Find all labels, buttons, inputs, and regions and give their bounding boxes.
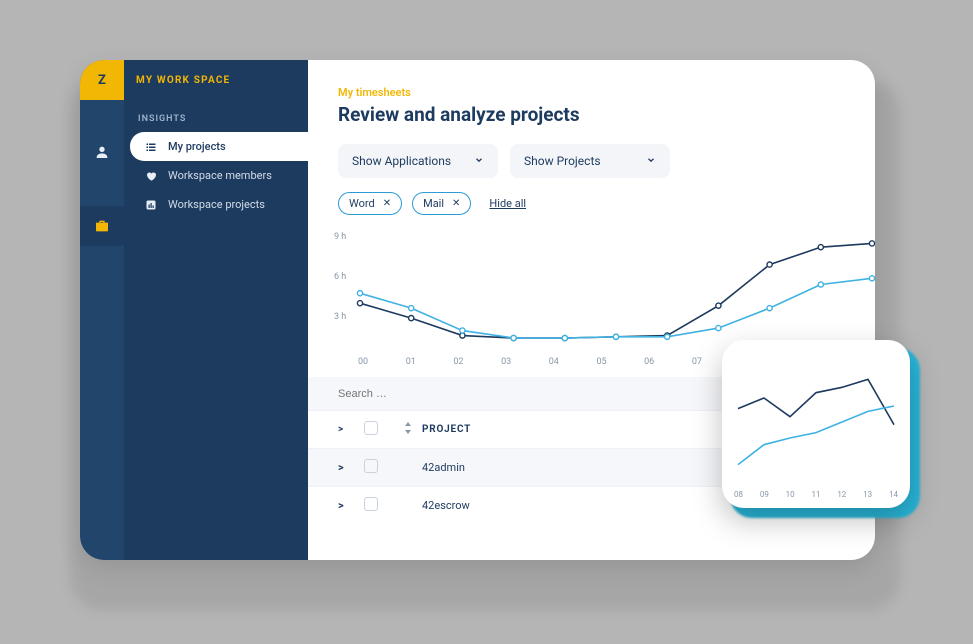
chip-label: Mail [423, 197, 444, 210]
x-tick-label: 08 [734, 490, 743, 499]
x-tick-label: 06 [644, 357, 654, 367]
workspace-title: MY WORK SPACE [124, 60, 308, 100]
nav-rail: Z [80, 60, 124, 560]
close-icon[interactable]: ✕ [383, 198, 391, 209]
x-tick-label: 12 [837, 490, 846, 499]
expand-toggle[interactable]: > [338, 499, 364, 512]
y-tick-label: 9 h [334, 232, 346, 242]
filter-chip-mail[interactable]: Mail ✕ [412, 192, 471, 215]
rail-user-button[interactable] [80, 130, 124, 174]
rail-work-button[interactable] [80, 204, 124, 248]
y-tick-label: 6 h [334, 272, 346, 282]
x-tick-label: 02 [453, 357, 463, 367]
x-tick-label: 10 [786, 490, 795, 499]
sidebar-item-members[interactable]: Workspace members [130, 161, 308, 190]
sidebar-item-projects[interactable]: Workspace projects [130, 190, 308, 219]
expand-toggle[interactable]: > [338, 424, 364, 435]
briefcase-icon [94, 218, 110, 234]
x-tick-label: 05 [596, 357, 606, 367]
close-icon[interactable]: ✕ [452, 198, 460, 209]
row-checkbox[interactable] [364, 497, 404, 514]
x-tick-label: 07 [692, 357, 702, 367]
select-projects[interactable]: Show Projects [510, 144, 670, 178]
x-tick-label: 11 [811, 490, 820, 499]
filters-row: Show Applications Show Projects [338, 144, 845, 178]
sort-icon[interactable] [404, 422, 422, 437]
x-tick-label: 03 [501, 357, 511, 367]
x-tick-label: 01 [406, 357, 416, 367]
select-applications[interactable]: Show Applications [338, 144, 498, 178]
sidebar-item-label: Workspace members [168, 169, 272, 182]
user-icon [94, 144, 110, 160]
bar-icon [144, 199, 158, 211]
x-tick-label: 04 [549, 357, 559, 367]
mini-chart-svg [734, 354, 898, 482]
select-label: Show Projects [524, 154, 601, 168]
row-checkbox[interactable] [364, 459, 404, 476]
y-tick-label: 3 h [334, 312, 346, 322]
chevron-down-icon [474, 154, 484, 168]
mini-chart-card: 08 09 10 11 12 13 14 [722, 340, 910, 508]
filter-chip-word[interactable]: Word ✕ [338, 192, 402, 215]
sidebar-section-label: INSIGHTS [124, 100, 308, 132]
heart-icon [144, 170, 158, 182]
search-input[interactable] [338, 388, 538, 400]
hide-all-link[interactable]: Hide all [489, 197, 526, 210]
mini-x-axis-labels: 08 09 10 11 12 13 14 [734, 490, 898, 499]
select-all-checkbox[interactable] [364, 421, 404, 438]
sidebar: MY WORK SPACE INSIGHTS My projects Works… [124, 60, 308, 560]
sidebar-item-label: My projects [168, 140, 226, 153]
chevron-down-icon [646, 154, 656, 168]
x-tick-label: 09 [760, 490, 769, 499]
sidebar-item-my-projects[interactable]: My projects [130, 132, 308, 161]
x-tick-label: 13 [863, 490, 872, 499]
sidebar-item-label: Workspace projects [168, 198, 265, 211]
expand-toggle[interactable]: > [338, 461, 364, 474]
logo-badge: Z [80, 60, 124, 100]
page-title: Review and analyze projects [338, 103, 845, 126]
list-icon [144, 141, 158, 153]
x-tick-label: 00 [358, 357, 368, 367]
chip-label: Word [349, 197, 375, 210]
select-label: Show Applications [352, 154, 451, 168]
breadcrumb[interactable]: My timesheets [338, 86, 845, 99]
chart-svg [356, 227, 875, 347]
chips-row: Word ✕ Mail ✕ Hide all [338, 192, 845, 215]
x-tick-label: 14 [889, 490, 898, 499]
